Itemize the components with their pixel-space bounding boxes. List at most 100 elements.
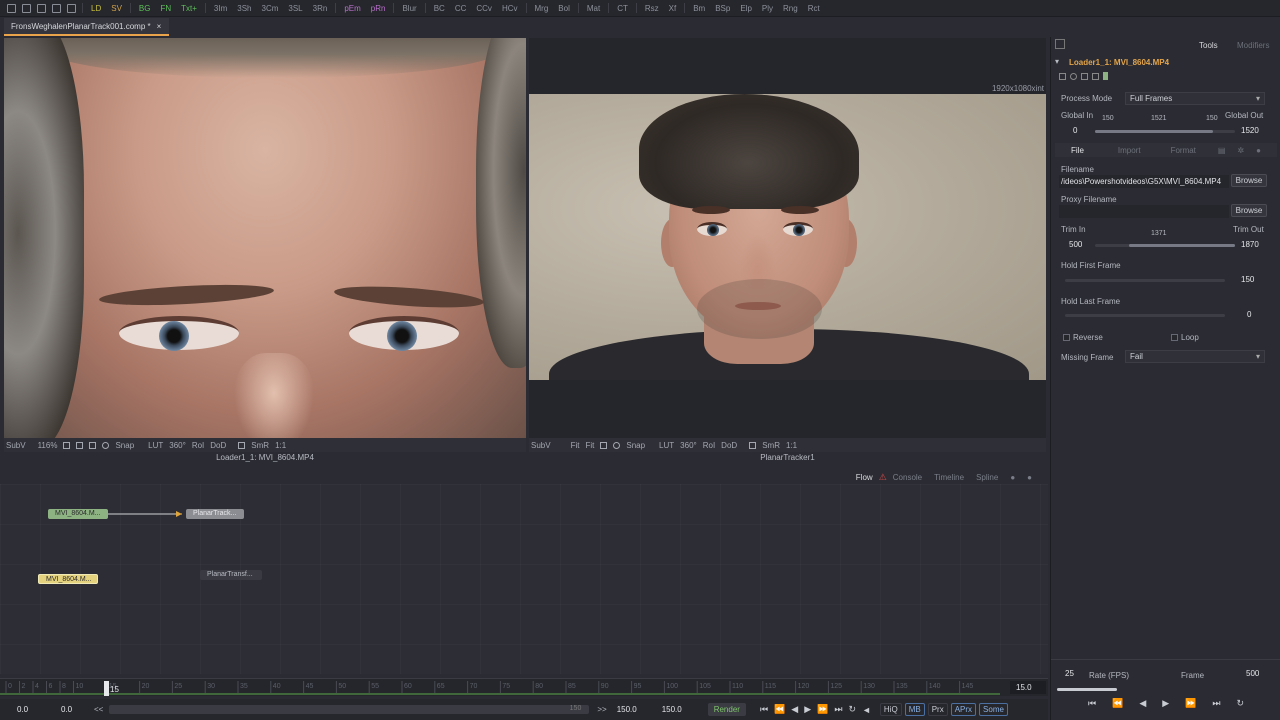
subtab-file[interactable]: File <box>1071 146 1084 155</box>
browse-proxy-button[interactable]: Browse <box>1231 204 1267 217</box>
tool-merge-button[interactable]: Mrg <box>530 4 554 13</box>
loop-checkbox[interactable] <box>1171 334 1178 341</box>
rate-slider[interactable] <box>1057 688 1117 691</box>
step-back-icon[interactable]: ⏪ <box>774 704 785 715</box>
roi-button[interactable]: RoI <box>703 441 715 450</box>
dod-button[interactable]: DoD <box>210 441 226 450</box>
panel-collapse-icon[interactable] <box>1055 39 1065 49</box>
node-loader-b[interactable]: MVI_8604.M... <box>38 574 98 584</box>
some-button[interactable]: Some <box>979 703 1008 716</box>
node-planar-transform[interactable]: PlanarTransf... <box>200 570 262 580</box>
play-reverse-icon[interactable]: ◀ <box>1139 698 1146 709</box>
node-planar-tracker[interactable]: PlanarTrack... <box>186 509 244 519</box>
skip-to-end-icon[interactable]: ⏭ <box>1212 698 1220 709</box>
grid-icon[interactable] <box>37 3 46 13</box>
tab-tools[interactable]: Tools <box>1199 41 1218 50</box>
reset-icon[interactable] <box>1092 72 1099 80</box>
rectangle-icon[interactable] <box>89 441 97 449</box>
layout-icon[interactable] <box>22 3 31 13</box>
hold-first-value[interactable]: 150 <box>1241 275 1254 284</box>
missing-frame-dropdown[interactable]: Fail <box>1125 350 1265 363</box>
tab-flow[interactable]: Flow <box>850 473 879 482</box>
trash-icon[interactable] <box>52 3 61 13</box>
node-loader-a[interactable]: MVI_8604.M... <box>48 509 108 519</box>
tool-ranges-button[interactable]: Rng <box>778 4 803 13</box>
tab-timeline[interactable]: Timeline <box>928 473 970 482</box>
tool-color-corrector-button[interactable]: CC <box>450 4 472 13</box>
fit-button-2[interactable]: Fit <box>585 441 594 450</box>
enable-icon[interactable] <box>1070 72 1077 80</box>
pin-icon[interactable] <box>1059 72 1066 80</box>
tool-change-depth-button[interactable]: CT <box>612 4 633 13</box>
play-icon[interactable]: ▶ <box>1162 698 1169 709</box>
zoom-icon[interactable] <box>63 441 71 449</box>
lut-button[interactable]: LUT <box>148 441 163 450</box>
playhead[interactable] <box>104 681 109 696</box>
roi-button[interactable]: RoI <box>192 441 204 450</box>
loop-icon[interactable]: ↻ <box>848 704 856 715</box>
range-nav-right[interactable]: >> <box>597 705 606 714</box>
node-flow-area[interactable]: MVI_8604.M... PlanarTrack... MVI_8604.M.… <box>0 484 1048 674</box>
tool-saver-button[interactable]: SV <box>106 4 127 13</box>
snap-button[interactable]: Snap <box>626 441 645 450</box>
tab-console[interactable]: Console <box>887 473 928 482</box>
hiq-button[interactable]: HiQ <box>879 703 902 716</box>
info-icon[interactable]: ● <box>1256 146 1261 155</box>
tool-boolean-button[interactable]: Bol <box>553 4 575 13</box>
window-icon[interactable] <box>7 3 16 13</box>
crop-icon[interactable] <box>76 441 84 449</box>
tool-particle-emitter-button[interactable]: pEm <box>339 4 365 13</box>
skip-to-start-icon[interactable]: ⏮ <box>1088 698 1096 709</box>
render-button[interactable]: Render <box>707 703 746 716</box>
tool-ellipse-button[interactable]: Elp <box>735 4 757 13</box>
render-range-slider[interactable]: 150 <box>109 705 590 714</box>
tab-composition[interactable]: FronsWeghalenPlanarTrack001.comp * × <box>4 18 170 36</box>
lock-icon[interactable] <box>238 441 246 449</box>
viewer-right[interactable]: 1920x1080xint <box>529 38 1046 438</box>
tool-3d-shape-button[interactable]: 3Sh <box>232 4 256 13</box>
lock-icon[interactable] <box>749 441 757 449</box>
trim-in-value[interactable]: 500 <box>1069 240 1082 249</box>
proxy-filename-field[interactable] <box>1059 205 1229 218</box>
zoom-level[interactable]: 116% <box>38 441 58 450</box>
tool-bitmap-button[interactable]: Bm <box>688 4 710 13</box>
dod-button[interactable]: DoD <box>721 441 737 450</box>
hold-last-value[interactable]: 0 <box>1247 310 1251 319</box>
lut-button[interactable]: LUT <box>659 441 674 450</box>
tab-modifiers[interactable]: Modifiers <box>1237 41 1269 50</box>
collapse-arrow-icon[interactable]: ▾ <box>1055 57 1059 66</box>
render-end-field[interactable]: 150.0 <box>617 705 657 714</box>
tool-color-curves-button[interactable]: CCv <box>471 4 497 13</box>
one-to-one-button[interactable]: 1:1 <box>786 441 797 450</box>
360-button[interactable]: 360° <box>680 441 697 450</box>
hold-first-slider[interactable] <box>1065 279 1225 282</box>
comment-icon[interactable]: ● <box>1021 473 1038 482</box>
tool-hue-curves-button[interactable]: HCv <box>497 4 523 13</box>
subtab-import[interactable]: Import <box>1118 146 1141 155</box>
subview-button[interactable]: SubV <box>531 441 551 450</box>
step-forward-icon[interactable]: ⏩ <box>1185 698 1196 709</box>
smr-button[interactable]: SmR <box>762 441 780 450</box>
frame-value[interactable]: 500 <box>1246 669 1259 678</box>
global-out-value[interactable]: 1520 <box>1241 126 1259 135</box>
tool-blur-button[interactable]: Blur <box>397 4 421 13</box>
global-in-value[interactable]: 0 <box>1073 126 1077 135</box>
subtab-format[interactable]: Format <box>1171 146 1196 155</box>
tool-polygon-button[interactable]: Ply <box>757 4 778 13</box>
one-to-one-button[interactable]: 1:1 <box>275 441 286 450</box>
play-reverse-icon[interactable]: ◀ <box>791 704 798 715</box>
range-nav-left[interactable]: << <box>94 705 103 714</box>
browse-filename-button[interactable]: Browse <box>1231 174 1267 187</box>
tab-spline[interactable]: Spline <box>970 473 1004 482</box>
rectangle-icon[interactable] <box>600 441 608 449</box>
circle-icon[interactable] <box>102 441 110 449</box>
trim-slider[interactable] <box>1095 244 1235 247</box>
step-value[interactable]: 25 <box>1065 669 1074 678</box>
tool-3d-render-button[interactable]: 3Rn <box>308 4 333 13</box>
aprx-button[interactable]: APrx <box>950 703 977 716</box>
smr-button[interactable]: SmR <box>251 441 269 450</box>
info-icon[interactable]: ● <box>1004 473 1021 482</box>
circle-icon[interactable] <box>613 441 621 449</box>
snap-button[interactable]: Snap <box>115 441 134 450</box>
skip-to-start-icon[interactable]: ⏮ <box>760 704 768 715</box>
